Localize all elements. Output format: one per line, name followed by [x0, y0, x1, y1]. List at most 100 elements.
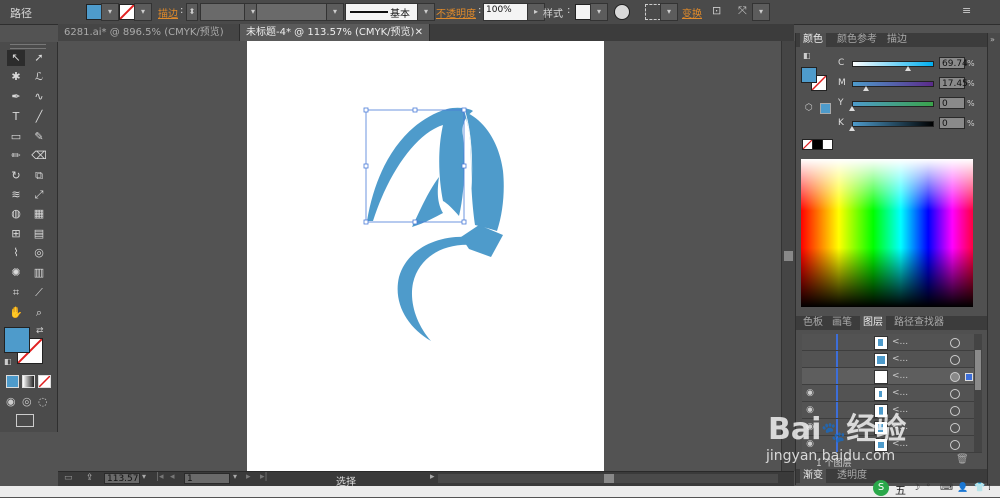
tab-color-guide[interactable]: 颜色参考	[834, 33, 880, 47]
visibility-toggle[interactable]	[804, 334, 816, 350]
screen-mode-icon[interactable]	[16, 414, 34, 427]
target-circle[interactable]	[950, 406, 960, 416]
align-icon[interactable]	[645, 4, 661, 20]
yellow-slider-thumb[interactable]	[849, 106, 855, 111]
share-icon[interactable]: ⇪	[86, 473, 94, 483]
free-transform-tool-icon[interactable]: ⤢	[30, 187, 48, 203]
zoom-field[interactable]: 113.57	[104, 473, 140, 484]
status-menu-icon[interactable]: ▸	[430, 472, 435, 482]
lasso-tool-icon[interactable]: ℒ	[30, 69, 48, 85]
none-mode-icon[interactable]	[38, 375, 51, 388]
tab-document-1[interactable]: 6281.ai* @ 896.5% (CMYK/预览)	[58, 24, 240, 41]
gradient-mode-icon[interactable]	[22, 375, 35, 388]
curvature-tool-icon[interactable]: ∿	[30, 89, 48, 105]
selection-handle[interactable]	[461, 107, 467, 113]
skin-icon[interactable]: 👕	[974, 483, 985, 493]
moon-icon[interactable]: ☽	[912, 483, 920, 493]
ime-logo-icon[interactable]: S	[873, 480, 889, 496]
ime-mode-label[interactable]: 五	[895, 482, 906, 498]
opacity-label[interactable]: 不透明度	[436, 5, 476, 20]
zoom-dropdown-icon[interactable]: ▾	[142, 472, 146, 481]
pencil-tool-icon[interactable]: ✏	[7, 148, 25, 164]
blend-tool-icon[interactable]: ◎	[30, 245, 48, 261]
shape-builder-tool-icon[interactable]: ◍	[7, 206, 25, 222]
scroll-thumb[interactable]	[975, 350, 981, 390]
stroke-swatch[interactable]	[119, 4, 135, 20]
yellow-value-field[interactable]: 0	[939, 97, 965, 109]
last-artboard-icon[interactable]: ▸|	[260, 472, 268, 482]
stroke-label[interactable]: 描边	[158, 5, 178, 20]
align-dropdown[interactable]: ▾	[660, 3, 678, 21]
target-circle[interactable]	[950, 372, 960, 382]
tab-gradient[interactable]: 渐变	[800, 469, 826, 483]
transform-each-icon[interactable]: ⤧	[738, 4, 752, 18]
zoom-tool-icon[interactable]: ⌕	[30, 305, 48, 321]
layer-row[interactable]: <...	[802, 334, 982, 351]
crescent-shape[interactable]	[397, 236, 473, 341]
selection-handle[interactable]	[461, 163, 467, 169]
rotate-tool-icon[interactable]: ↻	[7, 168, 25, 184]
eyedropper-tool-icon[interactable]: ⌇	[7, 245, 25, 261]
default-fill-stroke-icon[interactable]: ◧	[4, 357, 12, 366]
cyan-slider[interactable]	[852, 61, 934, 67]
default-colors-icon[interactable]: ◧	[803, 51, 811, 60]
white-swatch[interactable]	[822, 139, 833, 150]
selection-handle[interactable]	[412, 107, 418, 113]
fill-dropdown[interactable]: ▾	[101, 3, 119, 21]
scale-tool-icon[interactable]: ⧉	[30, 168, 48, 184]
collapse-panels-icon[interactable]: »	[990, 35, 995, 44]
symbol-sprayer-tool-icon[interactable]: ✺	[7, 265, 25, 281]
tab-stroke[interactable]: 描边	[884, 33, 910, 47]
color-mode-icon[interactable]	[6, 375, 19, 388]
artboard[interactable]	[247, 41, 604, 471]
keyboard-icon[interactable]: ⌨	[940, 483, 953, 493]
brush-profile-field[interactable]: 基本	[345, 3, 419, 21]
hood-shape[interactable]	[367, 107, 473, 221]
transform-label[interactable]: 变换	[682, 5, 702, 20]
isolate-icon[interactable]: ⊡	[712, 4, 726, 18]
selection-handle[interactable]	[461, 219, 467, 225]
stroke-dropdown[interactable]: ▾	[134, 3, 152, 21]
type-tool-icon[interactable]: T	[7, 109, 25, 125]
black-slider-thumb[interactable]	[849, 126, 855, 131]
eraser-tool-icon[interactable]: ⌫	[30, 148, 48, 164]
panel-menu-icon[interactable]: ≡	[962, 4, 976, 18]
swap-fill-stroke-icon[interactable]: ⇄	[36, 326, 44, 336]
target-circle[interactable]	[950, 338, 960, 348]
layer-row[interactable]: ◉ <...	[802, 385, 982, 402]
line-tool-icon[interactable]: ╱	[30, 109, 48, 125]
opacity-field[interactable]: 100%	[483, 3, 529, 21]
paintbrush-tool-icon[interactable]: ✎	[30, 129, 48, 145]
mesh-tool-icon[interactable]: ⊞	[7, 226, 25, 242]
hand-tool-icon[interactable]: ✋	[7, 305, 25, 321]
visibility-toggle[interactable]	[804, 351, 816, 367]
artboard-number-field[interactable]: 1	[184, 473, 230, 484]
target-circle[interactable]	[950, 355, 960, 365]
next-artboard-icon[interactable]: ▸	[246, 472, 251, 482]
recolor-artwork-icon[interactable]	[614, 4, 630, 20]
cyan-value-field[interactable]: 69.74	[939, 57, 968, 69]
layer-row[interactable]: <...	[802, 351, 982, 368]
brush-profile-dropdown[interactable]: ▾	[417, 3, 435, 21]
target-circle[interactable]	[950, 389, 960, 399]
tab-layers[interactable]: 图层	[860, 316, 886, 330]
magic-wand-tool-icon[interactable]: ✱	[7, 69, 25, 85]
cyan-slider-thumb[interactable]	[904, 66, 911, 71]
stroke-weight-stepper[interactable]: ⬍	[186, 3, 198, 21]
artboard-dropdown-icon[interactable]: ▾	[233, 472, 237, 481]
black-value-field[interactable]: 0	[939, 117, 965, 129]
scroll-thumb[interactable]	[604, 474, 614, 483]
pen-tool-icon[interactable]: ✒	[7, 89, 25, 105]
tab-brushes[interactable]: 画笔	[829, 316, 855, 330]
style-swatch[interactable]	[575, 4, 591, 20]
delete-layer-icon[interactable]: 🗑	[956, 454, 969, 465]
panel-collapse-strip[interactable]: »	[987, 33, 1000, 485]
variable-width-dropdown[interactable]: ▾	[326, 3, 344, 21]
draw-behind-icon[interactable]: ◎	[22, 395, 32, 408]
target-circle[interactable]	[950, 423, 960, 433]
color-spectrum[interactable]	[801, 159, 973, 307]
layers-scrollbar[interactable]	[974, 334, 982, 452]
toolbox-grip[interactable]	[10, 44, 46, 49]
black-slider[interactable]	[852, 121, 934, 127]
style-dropdown[interactable]: ▾	[590, 3, 608, 21]
